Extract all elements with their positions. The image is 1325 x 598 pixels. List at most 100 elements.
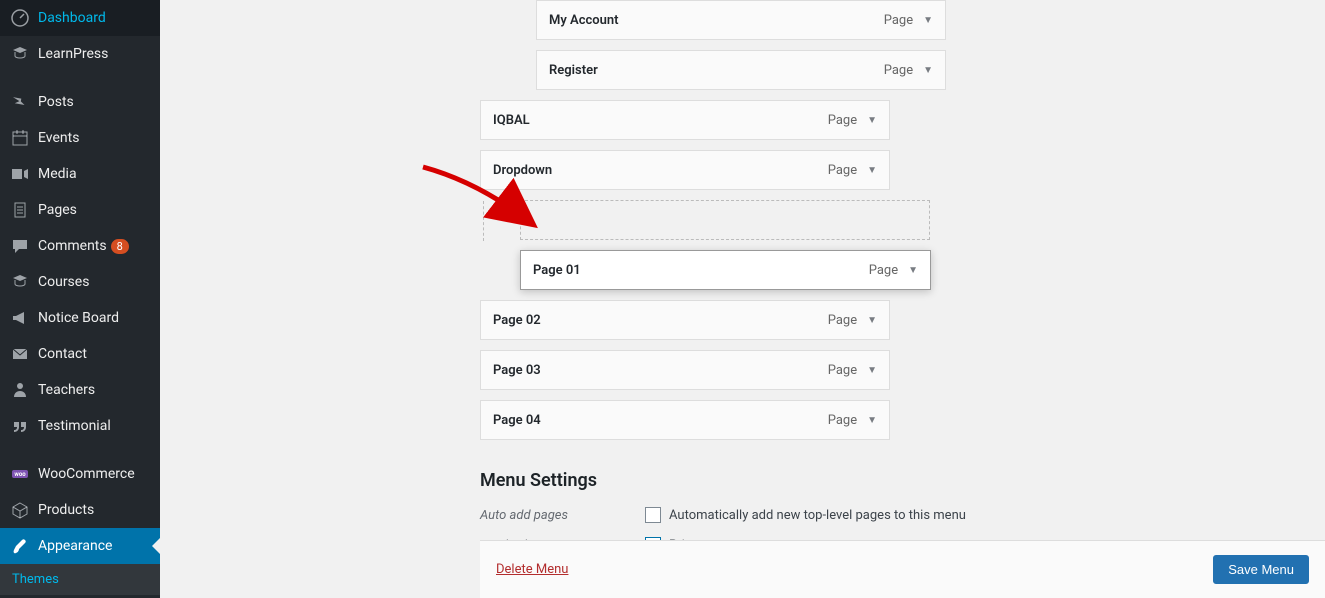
sidebar-item-comments[interactable]: Comments 8 xyxy=(0,228,160,264)
svg-text:woo: woo xyxy=(14,471,26,478)
sidebar-item-dashboard[interactable]: Dashboard xyxy=(0,0,160,36)
menu-item-title: Page 02 xyxy=(493,313,541,328)
sidebar-item-teachers[interactable]: Teachers xyxy=(0,372,160,408)
sidebar-item-label: Media xyxy=(38,166,77,182)
sidebar-item-label: Products xyxy=(38,502,94,518)
menu-item-meta[interactable]: Page ▼ xyxy=(828,313,877,328)
sidebar-item-woocommerce[interactable]: woo WooCommerce xyxy=(0,456,160,492)
sidebar-item-label: Posts xyxy=(38,94,74,110)
menu-item-title: My Account xyxy=(549,13,619,28)
pin-icon xyxy=(10,92,30,112)
setting-auto-add-text: Automatically add new top-level pages to… xyxy=(669,508,966,523)
setting-auto-add-label: Auto add pages xyxy=(480,508,645,523)
menu-item[interactable]: My Account Page ▼ xyxy=(536,0,946,40)
menu-footer: Delete Menu Save Menu xyxy=(480,540,1325,598)
menu-item-meta[interactable]: Page ▼ xyxy=(884,13,933,28)
menu-item[interactable]: Dropdown Page ▼ xyxy=(480,150,890,190)
sidebar-item-pages[interactable]: Pages xyxy=(0,192,160,228)
menu-settings-heading: Menu Settings xyxy=(480,470,1305,491)
menu-item-meta[interactable]: Page ▼ xyxy=(828,163,877,178)
sidebar-item-notice-board[interactable]: Notice Board xyxy=(0,300,160,336)
sidebar-item-label: WooCommerce xyxy=(38,466,135,482)
menu-item-type: Page xyxy=(828,163,857,178)
menu-item[interactable]: Page 01 Page ▼ xyxy=(520,250,931,290)
menu-item[interactable]: Page 02 Page ▼ xyxy=(480,300,890,340)
teacher-icon xyxy=(10,380,30,400)
setting-auto-add: Auto add pages Automatically add new top… xyxy=(480,507,1305,523)
sidebar-item-label: Courses xyxy=(38,274,89,290)
drop-placeholder xyxy=(520,200,930,240)
menu-item-meta[interactable]: Page ▼ xyxy=(828,363,877,378)
quote-icon xyxy=(10,416,30,436)
menu-item-title: Dropdown xyxy=(493,163,552,178)
sidebar-item-label: Appearance xyxy=(38,538,112,554)
menu-item[interactable]: Page 03 Page ▼ xyxy=(480,350,890,390)
sidebar-item-courses[interactable]: Courses xyxy=(0,264,160,300)
product-icon xyxy=(10,500,30,520)
menu-item-meta[interactable]: Page ▼ xyxy=(869,263,918,278)
menu-item-type: Page xyxy=(828,113,857,128)
chevron-down-icon: ▼ xyxy=(923,15,933,26)
chevron-down-icon: ▼ xyxy=(867,415,877,426)
menu-structure: My AccountPage▼RegisterPage▼IQBALPage▼Dr… xyxy=(480,0,1325,567)
menu-item-meta[interactable]: Page ▼ xyxy=(884,63,933,78)
sidebar-item-label: Events xyxy=(38,130,79,146)
delete-menu-link[interactable]: Delete Menu xyxy=(496,562,568,577)
admin-sidebar: Dashboard LearnPress Posts Events Media Pages… xyxy=(0,0,160,598)
menu-item[interactable]: Page 04 Page ▼ xyxy=(480,400,890,440)
save-menu-button[interactable]: Save Menu xyxy=(1213,555,1309,584)
menu-item-meta[interactable]: Page ▼ xyxy=(828,413,877,428)
menu-item-type: Page xyxy=(828,413,857,428)
menu-item-type: Page xyxy=(828,363,857,378)
menu-item-title: Page 01 xyxy=(533,263,581,278)
main-area: My AccountPage▼RegisterPage▼IQBALPage▼Dr… xyxy=(160,0,1325,598)
mail-icon xyxy=(10,344,30,364)
menu-item[interactable]: Register Page ▼ xyxy=(536,50,946,90)
chevron-down-icon: ▼ xyxy=(867,115,877,126)
menu-item-type: Page xyxy=(828,313,857,328)
menu-item-type: Page xyxy=(884,63,913,78)
chevron-down-icon: ▼ xyxy=(908,265,918,276)
chevron-down-icon: ▼ xyxy=(867,365,877,376)
calendar-icon xyxy=(10,128,30,148)
sidebar-item-label: Teachers xyxy=(38,382,95,398)
learnpress-icon xyxy=(10,272,30,292)
menu-item-title: Register xyxy=(549,63,598,78)
sidebar-item-posts[interactable]: Posts xyxy=(0,84,160,120)
dashboard-icon xyxy=(10,8,30,28)
menu-item-title: Page 03 xyxy=(493,363,541,378)
sidebar-sub-themes[interactable]: Themes xyxy=(0,564,160,595)
sidebar-item-label: Contact xyxy=(38,346,87,362)
sidebar-item-events[interactable]: Events xyxy=(0,120,160,156)
sidebar-item-testimonial[interactable]: Testimonial xyxy=(0,408,160,444)
sidebar-item-label: Comments xyxy=(38,238,107,254)
woo-icon: woo xyxy=(10,464,30,484)
sidebar-item-media[interactable]: Media xyxy=(0,156,160,192)
learnpress-icon xyxy=(10,44,30,64)
menu-item-title: Page 04 xyxy=(493,413,541,428)
sidebar-item-contact[interactable]: Contact xyxy=(0,336,160,372)
sidebar-item-label: LearnPress xyxy=(38,46,108,62)
sidebar-item-label: Testimonial xyxy=(38,418,111,434)
megaphone-icon xyxy=(10,308,30,328)
brush-icon xyxy=(10,536,30,556)
menu-item-meta[interactable]: Page ▼ xyxy=(828,113,877,128)
chevron-down-icon: ▼ xyxy=(867,315,877,326)
menu-item[interactable]: IQBAL Page ▼ xyxy=(480,100,890,140)
sidebar-item-learnpress[interactable]: LearnPress xyxy=(0,36,160,72)
sidebar-badge: 8 xyxy=(111,239,129,254)
sidebar-item-label: Dashboard xyxy=(38,10,106,26)
pages-icon xyxy=(10,200,30,220)
sidebar-item-label: Notice Board xyxy=(38,310,119,326)
sidebar-item-label: Pages xyxy=(38,202,77,218)
chevron-down-icon: ▼ xyxy=(923,65,933,76)
media-icon xyxy=(10,164,30,184)
menu-item-type: Page xyxy=(884,13,913,28)
menu-item-type: Page xyxy=(869,263,898,278)
comment-icon xyxy=(10,236,30,256)
sidebar-item-appearance[interactable]: Appearance xyxy=(0,528,160,564)
sidebar-item-products[interactable]: Products xyxy=(0,492,160,528)
chevron-down-icon: ▼ xyxy=(867,165,877,176)
menu-item-title: IQBAL xyxy=(493,113,530,128)
checkbox-auto-add[interactable] xyxy=(645,507,661,523)
